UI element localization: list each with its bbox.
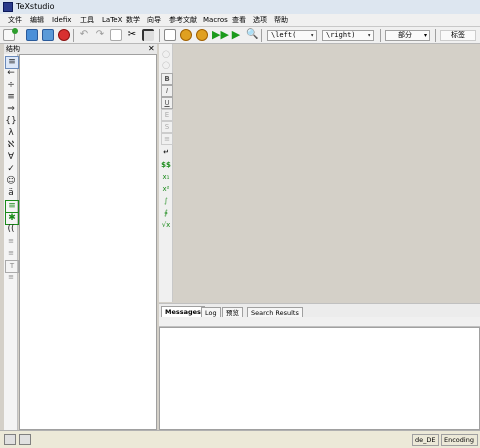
menu-help[interactable]: 帮助 — [272, 15, 290, 26]
menu-tools[interactable]: 工具 — [78, 15, 96, 26]
operators-icon[interactable]: ÷ — [5, 80, 17, 91]
main-toolbar: ↶ ↷ ✂ ▶▶ ▶ 🔍 \left(▾ \right) ▾ 部分 ▾ 标签 — [0, 27, 480, 44]
label-combo[interactable]: 标签 — [440, 30, 476, 41]
messages-tab-bar: Messages Log 预览 Search Results — [159, 303, 480, 318]
special-chars-icon[interactable]: ä — [5, 188, 17, 199]
messages-content[interactable] — [159, 327, 480, 430]
title-bar: TeXstudio — [0, 0, 480, 14]
editor-area[interactable] — [173, 44, 480, 302]
wasysym-icon[interactable]: ☺ — [5, 176, 17, 187]
build-icon[interactable] — [180, 29, 192, 41]
emph-icon[interactable]: E — [161, 109, 173, 121]
arrows-icon[interactable]: ← — [5, 68, 17, 79]
document-icon[interactable] — [164, 29, 176, 41]
language-indicator[interactable]: de_DE — [412, 434, 439, 446]
close-document-icon[interactable] — [58, 29, 70, 41]
menu-bibliography[interactable]: 参考文献 — [167, 15, 199, 26]
align-icon[interactable]: ≡ — [161, 133, 173, 145]
toggle-structure-icon[interactable] — [4, 434, 16, 445]
left-right-icon[interactable]: (( — [5, 224, 17, 235]
relations-icon[interactable]: ≡ — [5, 92, 17, 103]
left-delimiter-combo[interactable]: \left(▾ — [267, 30, 317, 41]
build-view-icon[interactable]: ▶▶ — [212, 29, 229, 41]
cyrillic-icon[interactable]: ℵ — [5, 140, 17, 151]
asymptote-icon[interactable]: ≡ — [5, 272, 17, 283]
undo-icon[interactable]: ↶ — [78, 29, 90, 41]
menu-math[interactable]: 数学 — [124, 15, 142, 26]
copy-icon[interactable] — [110, 29, 122, 41]
menu-wizards[interactable]: 向导 — [145, 15, 163, 26]
view-search-icon[interactable]: 🔍 — [246, 29, 258, 41]
messages-panel: Messages Log 预览 Search Results — [159, 303, 480, 430]
run-icon[interactable]: ▶ — [230, 29, 242, 41]
menu-idefix[interactable]: Idefix — [50, 15, 73, 26]
texstudio-app-icon — [3, 2, 13, 12]
pstricks-icon[interactable]: ≡ — [5, 236, 17, 247]
structure-panel-header: 结构 ✕ — [4, 44, 157, 54]
save-all-icon[interactable] — [42, 29, 54, 41]
misc-math-icon[interactable]: ∀ — [5, 152, 17, 163]
dfrac-icon[interactable]: ∳ — [161, 208, 171, 218]
menu-edit[interactable]: 编辑 — [28, 15, 46, 26]
save-icon[interactable] — [26, 29, 38, 41]
circle-icon[interactable]: ◯ — [161, 60, 171, 70]
arrow-symbols-icon[interactable]: ⇒ — [5, 104, 17, 115]
menu-latex[interactable]: LaTeX — [100, 15, 124, 26]
messages-subbar — [159, 317, 480, 327]
right-delimiter-combo[interactable]: \right) ▾ — [322, 30, 374, 41]
menu-view[interactable]: 查看 — [230, 15, 248, 26]
structure-panel-title: 结构 — [6, 45, 20, 53]
toggle-messages-icon[interactable] — [19, 434, 31, 445]
new-plus-icon — [12, 28, 18, 34]
symbol-category-strip: ≡ ← ÷ ≡ ⇒ {} λ ℵ ∀ ✓ ☺ ä ≡ ✱ (( ≡ ≡ T ≡ — [4, 54, 19, 430]
close-icon[interactable]: ✕ — [148, 44, 155, 54]
underline-icon[interactable]: U — [161, 97, 173, 109]
encoding-indicator[interactable]: Encoding — [441, 434, 478, 446]
menu-macros[interactable]: Macros — [201, 15, 230, 26]
status-bar: de_DE Encoding — [0, 430, 480, 448]
paste-icon[interactable] — [142, 29, 154, 41]
small-caps-icon[interactable]: S — [161, 121, 173, 133]
fraction-icon[interactable]: ∫ — [161, 196, 171, 206]
metapost-icon[interactable]: ≡ — [5, 248, 17, 259]
italic-icon[interactable]: I — [161, 85, 173, 97]
misc-text-icon[interactable]: ✓ — [5, 164, 17, 175]
circle-icon[interactable]: ◯ — [161, 49, 171, 59]
compile-icon[interactable] — [196, 29, 208, 41]
window-title: TeXstudio — [16, 2, 55, 11]
subscript-icon[interactable]: x₁ — [161, 172, 171, 182]
greek-icon[interactable]: λ — [5, 128, 17, 139]
redo-icon[interactable]: ↷ — [94, 29, 106, 41]
cut-icon[interactable]: ✂ — [126, 29, 138, 41]
sqrt-icon[interactable]: √x — [161, 220, 171, 230]
structure-panel: 结构 ✕ ≡ ← ÷ ≡ ⇒ {} λ ℵ ∀ ✓ ☺ ä ≡ ✱ (( ≡ ≡… — [4, 44, 157, 430]
inline-math-icon[interactable]: $$ — [161, 160, 171, 170]
menu-file[interactable]: 文件 — [6, 15, 24, 26]
editor-toolstrip: ◯ ◯ B I U E S ≡ ↵ $$ x₁ x² ∫ ∳ √x — [159, 44, 173, 302]
delimiters-icon[interactable]: {} — [5, 116, 17, 127]
menu-bar: 文件 编辑 Idefix 工具 LaTeX 数学 向导 参考文献 Macros … — [0, 14, 480, 27]
part-combo[interactable]: 部分 ▾ — [385, 30, 430, 41]
menu-options[interactable]: 选项 — [251, 15, 269, 26]
newline-icon[interactable]: ↵ — [161, 147, 171, 157]
bold-icon[interactable]: B — [161, 73, 173, 85]
superscript-icon[interactable]: x² — [161, 184, 171, 194]
structure-tree[interactable] — [19, 54, 157, 430]
